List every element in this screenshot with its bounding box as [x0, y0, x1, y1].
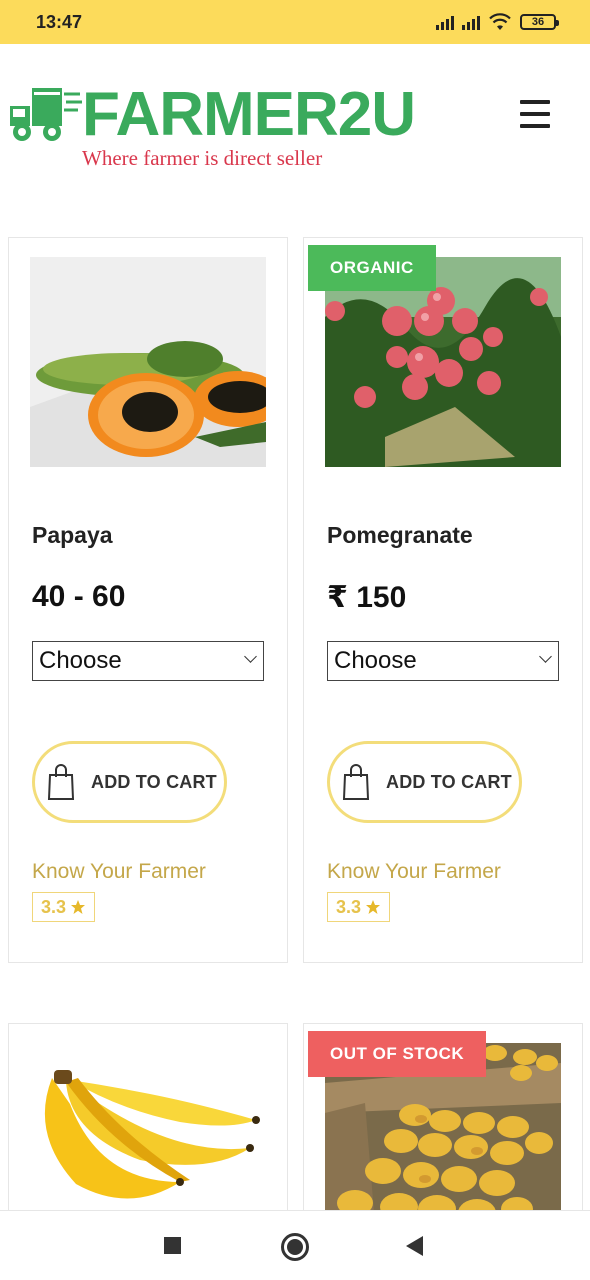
product-name[interactable]: Papaya	[32, 522, 113, 549]
battery-level: 36	[531, 16, 545, 28]
rating-badge: 3.3	[32, 892, 96, 922]
know-your-farmer-link[interactable]: Know Your Farmer	[32, 860, 206, 884]
add-to-cart-label: ADD TO CART	[386, 771, 512, 792]
chevron-down-icon	[539, 650, 552, 663]
recents-icon[interactable]	[164, 1237, 181, 1254]
add-to-cart-button[interactable]: ADD TO CART	[327, 741, 522, 823]
add-to-cart-button[interactable]: ADD TO CART	[32, 741, 227, 823]
product-image-papaya[interactable]	[30, 257, 266, 467]
status-bar: 13:47 36	[0, 0, 590, 44]
logo[interactable]: FARMER2U Where farmer is direct seller	[8, 82, 416, 174]
star-icon	[71, 900, 86, 914]
status-time: 13:47	[36, 11, 83, 32]
variant-select[interactable]: Choose	[327, 641, 559, 681]
banana-image	[30, 1064, 266, 1224]
home-icon[interactable]	[281, 1233, 309, 1261]
back-icon[interactable]	[406, 1236, 423, 1256]
product-card: Papaya 40 - 60 Choose ADD TO CART Know Y…	[8, 237, 288, 963]
product-price: 40 - 60	[32, 580, 126, 613]
select-value: Choose	[39, 647, 122, 674]
shopping-bag-icon	[342, 764, 370, 800]
product-card: OUT OF STOCK	[303, 1023, 583, 1224]
logo-text: FARMER2U	[82, 80, 416, 149]
product-card: ORGANIC Pomegranate ₹ 150 Choose ADD TO …	[303, 237, 583, 963]
status-icons: 36	[436, 13, 559, 31]
out-of-stock-badge: OUT OF STOCK	[308, 1031, 487, 1077]
signal-icon	[462, 14, 480, 30]
rating-value: 3.3	[336, 896, 362, 917]
android-nav-bar	[0, 1210, 590, 1280]
hamburger-icon[interactable]	[520, 100, 554, 128]
screen: 13:47 36 FARMER2U Where farmer is direct…	[0, 0, 590, 1280]
wifi-icon	[489, 13, 511, 30]
papaya-image	[30, 257, 266, 467]
logo-tagline: Where farmer is direct seller	[82, 146, 323, 170]
signal-icon	[436, 14, 454, 30]
product-image-banana[interactable]	[30, 1064, 266, 1224]
organic-badge: ORGANIC	[308, 245, 436, 291]
shopping-bag-icon	[47, 764, 75, 800]
add-to-cart-label: ADD TO CART	[91, 771, 217, 792]
chevron-down-icon	[244, 650, 257, 663]
product-name[interactable]: Pomegranate	[327, 522, 473, 549]
rating-badge: 3.3	[327, 892, 391, 922]
select-value: Choose	[334, 647, 417, 674]
truck-icon	[10, 88, 82, 141]
know-your-farmer-link[interactable]: Know Your Farmer	[327, 860, 501, 884]
battery-icon: 36	[520, 14, 559, 30]
rating-value: 3.3	[41, 896, 67, 917]
product-price: ₹ 150	[327, 581, 407, 614]
variant-select[interactable]: Choose	[32, 641, 264, 681]
product-card	[8, 1023, 288, 1224]
star-icon	[366, 900, 381, 914]
header: FARMER2U Where farmer is direct seller	[0, 44, 590, 194]
